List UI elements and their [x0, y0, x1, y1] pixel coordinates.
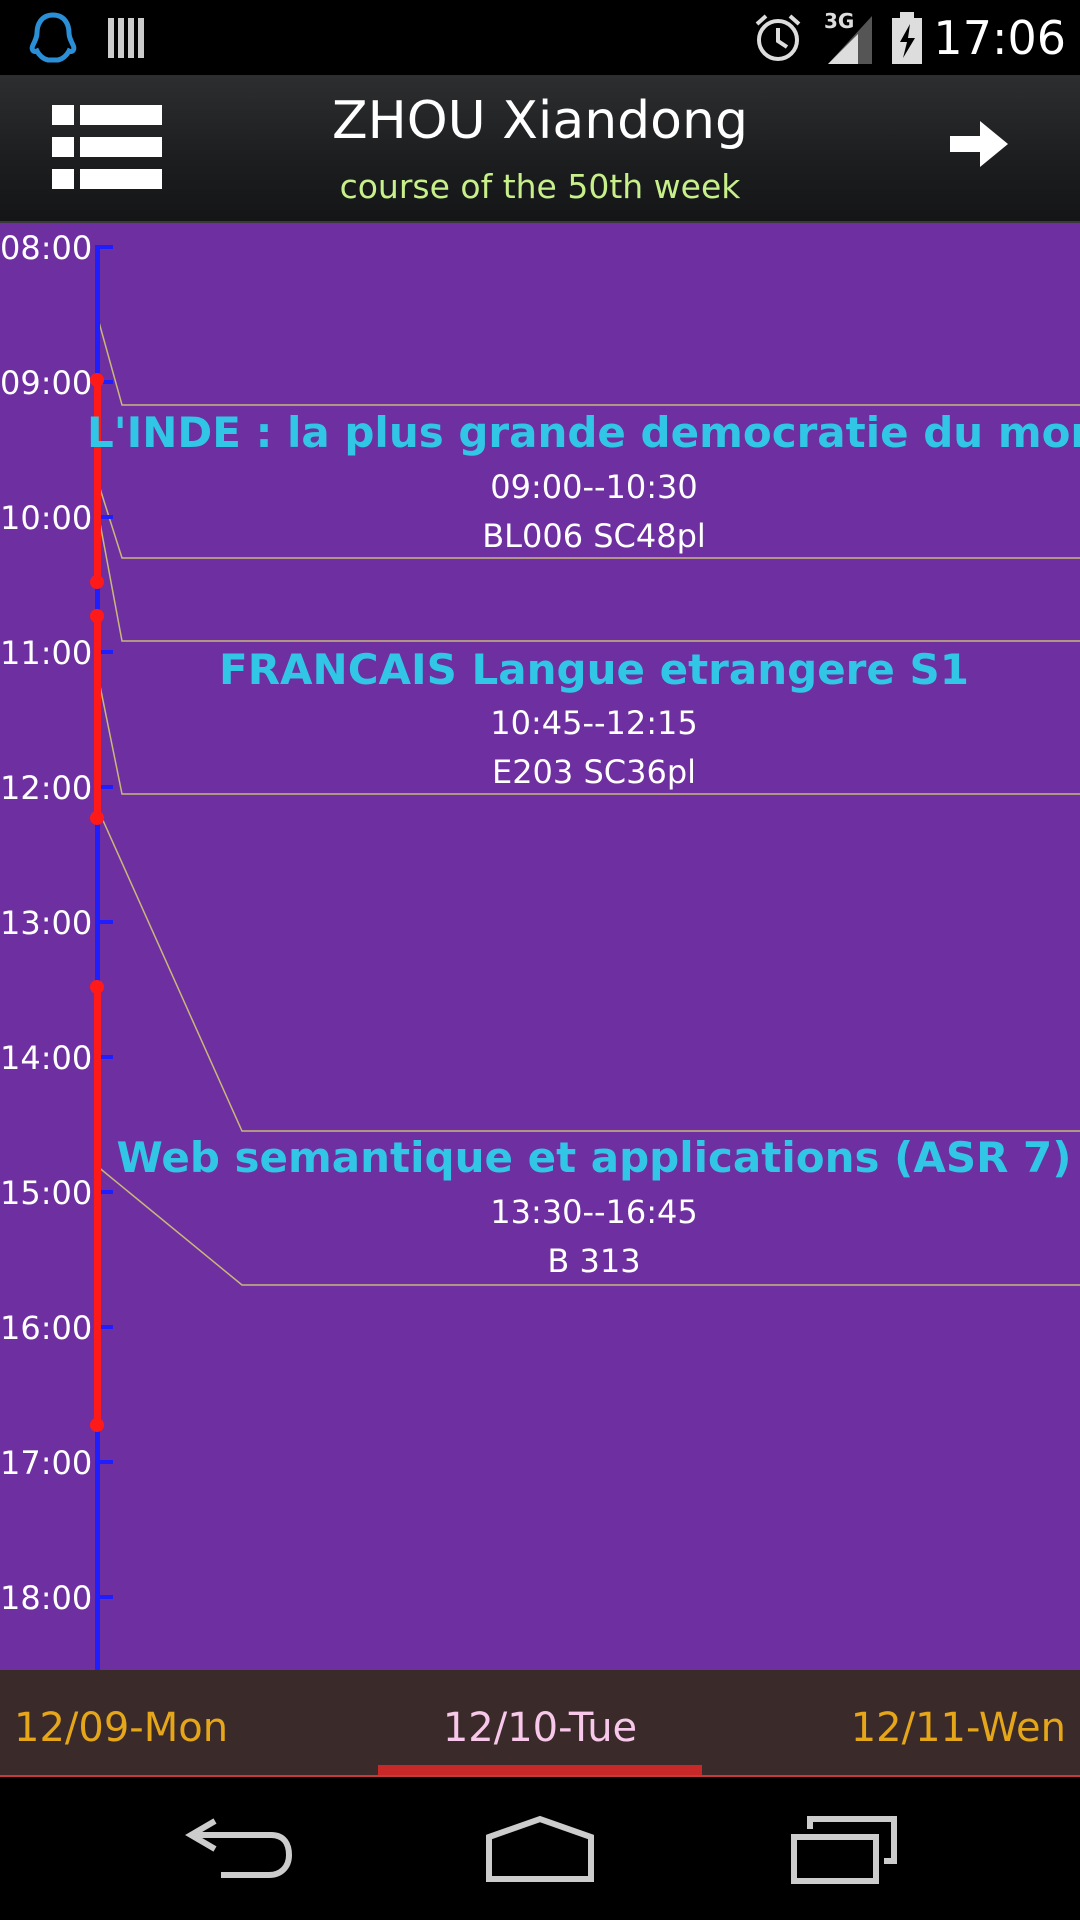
- course-title[interactable]: L'INDE : la plus grande democratie du mo…: [87, 408, 1080, 457]
- recents-button[interactable]: [790, 1815, 900, 1885]
- hour-label: 13:00: [0, 904, 93, 942]
- hour-label: 09:00: [0, 364, 93, 402]
- clock: 17:06: [933, 10, 1066, 65]
- course-time: 09:00--10:30: [490, 468, 698, 506]
- hour-label: 08:00: [0, 229, 93, 267]
- hour-tick: [95, 1595, 113, 1599]
- course-start-dot: [90, 980, 104, 994]
- course-end-dot: [90, 575, 104, 589]
- course-room: E203 SC36pl: [491, 753, 697, 791]
- course-start-dot: [90, 373, 104, 387]
- home-icon: [486, 1815, 594, 1882]
- status-bar: 3G 17:06: [0, 0, 1080, 75]
- course-end-dot: [90, 811, 104, 825]
- course-end-dot: [90, 1418, 104, 1432]
- navigation-bar: [0, 1777, 1080, 1920]
- app-bar: ZHOU Xiandong course of the 50th week: [0, 75, 1080, 223]
- arrow-right-icon: [950, 121, 1008, 167]
- battery-charging-icon: [890, 0, 924, 75]
- alarm-icon: [752, 0, 804, 75]
- course-time: 10:45--12:15: [490, 704, 698, 742]
- course-start-dot: [90, 609, 104, 623]
- network-type-label: 3G: [824, 9, 854, 33]
- back-icon: [185, 1818, 293, 1878]
- day-timeline[interactable]: 08:00 09:00 10:00 11:00 12:00 13:00 14:0…: [0, 223, 1080, 1670]
- page-subtitle: course of the 50th week: [339, 167, 741, 206]
- back-button[interactable]: [185, 1815, 295, 1885]
- hour-tick: [95, 920, 113, 924]
- course-room: B 313: [547, 1242, 641, 1280]
- hour-label: 14:00: [0, 1039, 93, 1077]
- recents-icon: [791, 1816, 897, 1884]
- hour-label: 17:00: [0, 1444, 93, 1482]
- next-week-button[interactable]: [950, 119, 1030, 179]
- signal-icon: 3G: [824, 0, 876, 75]
- hour-tick: [95, 245, 113, 249]
- hour-label: 18:00: [0, 1579, 93, 1617]
- day-tabs: 12/09-Mon 12/10-Tue 12/11-Wen: [0, 1670, 1080, 1777]
- qq-penguin-icon: [24, 0, 82, 75]
- home-button[interactable]: [485, 1815, 595, 1885]
- course-title[interactable]: FRANCAIS Langue etrangere S1: [0, 645, 1080, 694]
- storage-bars-icon: [106, 0, 146, 75]
- menu-button[interactable]: [52, 105, 162, 189]
- hour-tick: [95, 1460, 113, 1464]
- page-title: ZHOU Xiandong: [332, 91, 748, 151]
- list-icon: [52, 105, 162, 189]
- course-room: BL006 SC48pl: [482, 517, 706, 555]
- course-title[interactable]: Web semantique et applications (ASR 7): [0, 1133, 1080, 1182]
- tab-next-day[interactable]: 12/11-Wen: [851, 1670, 1066, 1775]
- hour-label: 16:00: [0, 1309, 93, 1347]
- tab-indicator: [378, 1765, 702, 1775]
- course-time: 13:30--16:45: [490, 1193, 698, 1231]
